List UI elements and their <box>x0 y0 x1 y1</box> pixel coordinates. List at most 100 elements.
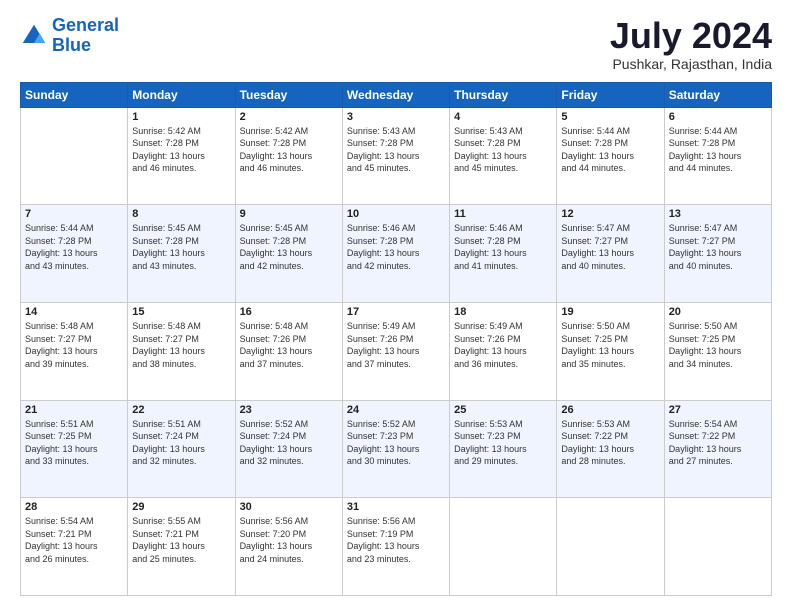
table-row: 24 Sunrise: 5:52 AM Sunset: 7:23 PM Dayli… <box>342 400 449 498</box>
table-row: 18Sunrise: 5:49 AM Sunset: 7:26 PM Dayli… <box>450 302 557 400</box>
day-info: Sunrise: 5:53 AM Sunset: 7:22 PM Dayligh… <box>561 418 659 468</box>
day-info: Sunrise: 5:56 AM Sunset: 7:20 PM Dayligh… <box>240 515 338 565</box>
day-info: Sunrise: 5:53 AM Sunset: 7:23 PM Dayligh… <box>454 418 552 468</box>
day-info: Sunrise: 5:50 AM Sunset: 7:25 PM Dayligh… <box>561 320 659 370</box>
col-tuesday: Tuesday <box>235 82 342 107</box>
day-number: 22 <box>132 404 230 416</box>
day-info: Sunrise: 5:49 AM Sunset: 7:26 PM Dayligh… <box>347 320 445 370</box>
table-row: 20 Sunrise: 5:50 AM Sunset: 7:25 PM Dayli… <box>664 302 771 400</box>
day-info: Sunrise: 5:52 AM Sunset: 7:24 PM Dayligh… <box>240 418 338 468</box>
day-number: 28 <box>25 501 123 513</box>
table-row: 9 Sunrise: 5:45 AM Sunset: 7:28 PM Daylig… <box>235 205 342 303</box>
day-number: 3 <box>347 111 445 123</box>
subtitle: Pushkar, Rajasthan, India <box>610 56 772 72</box>
calendar-week-row: 14Sunrise: 5:48 AM Sunset: 7:27 PM Dayli… <box>21 302 772 400</box>
day-number: 29 <box>132 501 230 513</box>
col-monday: Monday <box>128 82 235 107</box>
table-row <box>21 107 128 205</box>
day-number: 20 <box>669 306 767 318</box>
table-row: 7Sunrise: 5:44 AM Sunset: 7:28 PM Daylig… <box>21 205 128 303</box>
table-row: 14Sunrise: 5:48 AM Sunset: 7:27 PM Dayli… <box>21 302 128 400</box>
day-number: 9 <box>240 208 338 220</box>
day-number: 18 <box>454 306 552 318</box>
col-sunday: Sunday <box>21 82 128 107</box>
day-number: 25 <box>454 404 552 416</box>
table-row: 4Sunrise: 5:43 AM Sunset: 7:28 PM Daylig… <box>450 107 557 205</box>
table-row: 10 Sunrise: 5:46 AM Sunset: 7:28 PM Dayli… <box>342 205 449 303</box>
day-number: 12 <box>561 208 659 220</box>
day-info: Sunrise: 5:51 AM Sunset: 7:24 PM Dayligh… <box>132 418 230 468</box>
calendar-header-row: Sunday Monday Tuesday Wednesday Thursday… <box>21 82 772 107</box>
day-info: Sunrise: 5:55 AM Sunset: 7:21 PM Dayligh… <box>132 515 230 565</box>
day-number: 5 <box>561 111 659 123</box>
table-row: 2 Sunrise: 5:42 AM Sunset: 7:28 PM Daylig… <box>235 107 342 205</box>
day-info: Sunrise: 5:47 AM Sunset: 7:27 PM Dayligh… <box>669 222 767 272</box>
col-wednesday: Wednesday <box>342 82 449 107</box>
logo-text: General Blue <box>52 16 119 56</box>
day-number: 21 <box>25 404 123 416</box>
day-info: Sunrise: 5:43 AM Sunset: 7:28 PM Dayligh… <box>454 125 552 175</box>
col-thursday: Thursday <box>450 82 557 107</box>
day-info: Sunrise: 5:46 AM Sunset: 7:28 PM Dayligh… <box>347 222 445 272</box>
table-row: 11 Sunrise: 5:46 AM Sunset: 7:28 PM Dayli… <box>450 205 557 303</box>
day-number: 27 <box>669 404 767 416</box>
table-row: 1 Sunrise: 5:42 AM Sunset: 7:28 PM Daylig… <box>128 107 235 205</box>
day-number: 6 <box>669 111 767 123</box>
day-number: 17 <box>347 306 445 318</box>
day-info: Sunrise: 5:43 AM Sunset: 7:28 PM Dayligh… <box>347 125 445 175</box>
day-info: Sunrise: 5:42 AM Sunset: 7:28 PM Dayligh… <box>132 125 230 175</box>
day-info: Sunrise: 5:56 AM Sunset: 7:19 PM Dayligh… <box>347 515 445 565</box>
table-row: 5 Sunrise: 5:44 AM Sunset: 7:28 PM Daylig… <box>557 107 664 205</box>
header: General Blue July 2024 Pushkar, Rajastha… <box>20 16 772 72</box>
day-number: 2 <box>240 111 338 123</box>
logo: General Blue <box>20 16 119 56</box>
day-number: 24 <box>347 404 445 416</box>
day-info: Sunrise: 5:52 AM Sunset: 7:23 PM Dayligh… <box>347 418 445 468</box>
table-row: 26 Sunrise: 5:53 AM Sunset: 7:22 PM Dayli… <box>557 400 664 498</box>
day-info: Sunrise: 5:54 AM Sunset: 7:21 PM Dayligh… <box>25 515 123 565</box>
day-info: Sunrise: 5:44 AM Sunset: 7:28 PM Dayligh… <box>561 125 659 175</box>
table-row <box>664 498 771 596</box>
table-row: 16Sunrise: 5:48 AM Sunset: 7:26 PM Dayli… <box>235 302 342 400</box>
day-info: Sunrise: 5:51 AM Sunset: 7:25 PM Dayligh… <box>25 418 123 468</box>
table-row <box>450 498 557 596</box>
table-row: 15Sunrise: 5:48 AM Sunset: 7:27 PM Dayli… <box>128 302 235 400</box>
table-row: 21 Sunrise: 5:51 AM Sunset: 7:25 PM Dayli… <box>21 400 128 498</box>
calendar-week-row: 28 Sunrise: 5:54 AM Sunset: 7:21 PM Dayli… <box>21 498 772 596</box>
day-number: 1 <box>132 111 230 123</box>
day-info: Sunrise: 5:47 AM Sunset: 7:27 PM Dayligh… <box>561 222 659 272</box>
table-row: 3 Sunrise: 5:43 AM Sunset: 7:28 PM Daylig… <box>342 107 449 205</box>
page: General Blue July 2024 Pushkar, Rajastha… <box>0 0 792 612</box>
day-number: 26 <box>561 404 659 416</box>
day-number: 16 <box>240 306 338 318</box>
day-number: 19 <box>561 306 659 318</box>
day-info: Sunrise: 5:50 AM Sunset: 7:25 PM Dayligh… <box>669 320 767 370</box>
day-number: 13 <box>669 208 767 220</box>
table-row: 19 Sunrise: 5:50 AM Sunset: 7:25 PM Dayli… <box>557 302 664 400</box>
table-row: 30 Sunrise: 5:56 AM Sunset: 7:20 PM Dayli… <box>235 498 342 596</box>
calendar-table: Sunday Monday Tuesday Wednesday Thursday… <box>20 82 772 596</box>
table-row: 17 Sunrise: 5:49 AM Sunset: 7:26 PM Dayli… <box>342 302 449 400</box>
day-number: 30 <box>240 501 338 513</box>
table-row: 31 Sunrise: 5:56 AM Sunset: 7:19 PM Dayli… <box>342 498 449 596</box>
calendar-week-row: 7Sunrise: 5:44 AM Sunset: 7:28 PM Daylig… <box>21 205 772 303</box>
day-number: 10 <box>347 208 445 220</box>
calendar-week-row: 21 Sunrise: 5:51 AM Sunset: 7:25 PM Dayli… <box>21 400 772 498</box>
day-info: Sunrise: 5:44 AM Sunset: 7:28 PM Dayligh… <box>669 125 767 175</box>
logo-icon <box>20 22 48 50</box>
day-info: Sunrise: 5:42 AM Sunset: 7:28 PM Dayligh… <box>240 125 338 175</box>
day-number: 31 <box>347 501 445 513</box>
day-info: Sunrise: 5:45 AM Sunset: 7:28 PM Dayligh… <box>240 222 338 272</box>
day-number: 14 <box>25 306 123 318</box>
table-row: 28 Sunrise: 5:54 AM Sunset: 7:21 PM Dayli… <box>21 498 128 596</box>
table-row: 13 Sunrise: 5:47 AM Sunset: 7:27 PM Dayli… <box>664 205 771 303</box>
day-info: Sunrise: 5:46 AM Sunset: 7:28 PM Dayligh… <box>454 222 552 272</box>
table-row: 23Sunrise: 5:52 AM Sunset: 7:24 PM Dayli… <box>235 400 342 498</box>
day-number: 15 <box>132 306 230 318</box>
table-row: 6 Sunrise: 5:44 AM Sunset: 7:28 PM Daylig… <box>664 107 771 205</box>
day-number: 11 <box>454 208 552 220</box>
day-number: 8 <box>132 208 230 220</box>
table-row: 25 Sunrise: 5:53 AM Sunset: 7:23 PM Dayli… <box>450 400 557 498</box>
day-info: Sunrise: 5:54 AM Sunset: 7:22 PM Dayligh… <box>669 418 767 468</box>
table-row: 27 Sunrise: 5:54 AM Sunset: 7:22 PM Dayli… <box>664 400 771 498</box>
